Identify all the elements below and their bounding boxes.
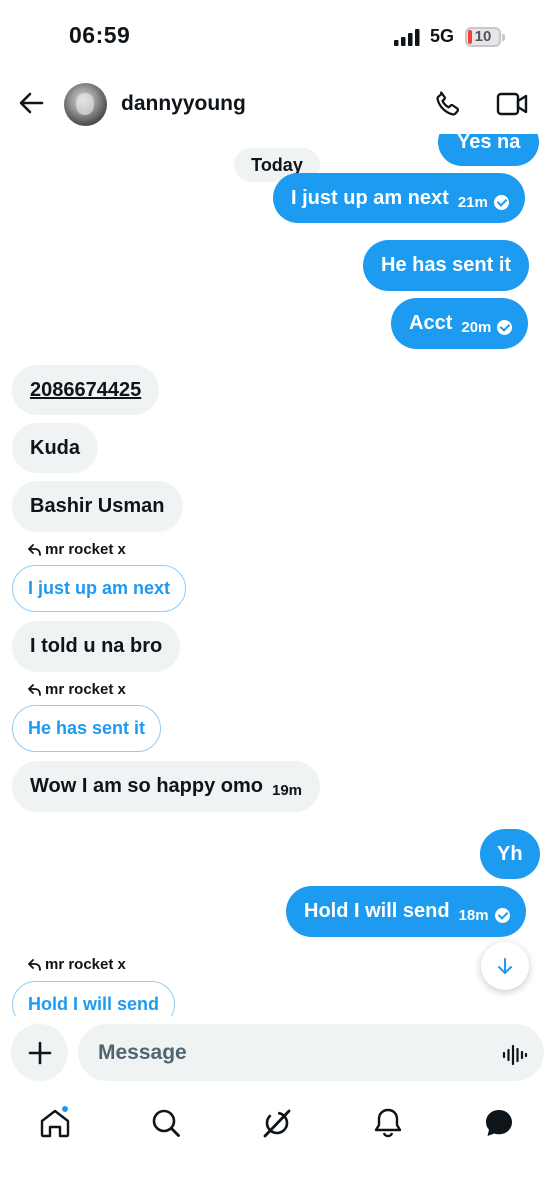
quoted-message[interactable]: He has sent it (12, 705, 162, 752)
signal-icon (394, 29, 420, 46)
quoted-text: I just up am next (28, 578, 171, 598)
reply-indicator: mr rocket x (28, 681, 126, 698)
message-bubble-outgoing[interactable]: Yh (480, 829, 540, 879)
quoted-text: Hold I will send (28, 994, 160, 1014)
message-thread[interactable]: Yes na Today I just up am next 21m He ha… (0, 134, 554, 1016)
message-bubble-outgoing[interactable]: He has sent it (363, 240, 530, 291)
message-bubble-incoming[interactable]: I told u na bro (12, 621, 181, 672)
reply-indicator: mr rocket x (28, 541, 126, 558)
notification-dot (61, 1105, 69, 1113)
quoted-message[interactable]: I just up am next (12, 565, 187, 612)
search-icon[interactable] (149, 1106, 183, 1140)
message-text: Bashir Usman (30, 495, 165, 517)
scroll-to-bottom-button[interactable] (481, 942, 529, 990)
reply-indicator: mr rocket x (28, 956, 126, 973)
avatar[interactable] (64, 83, 107, 126)
message-bubble-outgoing[interactable]: Acct 20m (391, 298, 529, 349)
message-bubble-incoming[interactable]: Bashir Usman (12, 481, 183, 532)
message-bubble-incoming[interactable]: Kuda (12, 423, 98, 473)
back-arrow-icon[interactable] (16, 88, 46, 118)
reply-to-name: mr rocket x (45, 681, 126, 698)
grok-icon[interactable] (260, 1106, 294, 1140)
read-check-icon (493, 194, 509, 210)
status-time: 06:59 (69, 22, 131, 48)
message-text: I told u na bro (30, 635, 163, 657)
reply-icon (28, 958, 41, 971)
message-text: I just up am next (291, 186, 449, 209)
message-text: Kuda (30, 436, 80, 459)
bottom-tab-bar (0, 1092, 554, 1200)
status-bar: 06:59 5G 10 (0, 0, 554, 76)
read-check-icon (497, 320, 513, 335)
message-text: Yes na (457, 134, 521, 153)
message-text: He has sent it (381, 254, 512, 276)
message-text: Wow I am so happy omo (30, 775, 263, 797)
conversation-header: dannyyoung (0, 76, 554, 134)
message-bubble-incoming[interactable]: Wow I am so happy omo 19m (12, 761, 321, 812)
video-call-icon[interactable] (496, 90, 528, 118)
message-text: Acct (409, 312, 453, 334)
message-text[interactable]: 2086674425 (30, 379, 141, 402)
messages-icon[interactable] (482, 1106, 516, 1140)
read-check-icon (494, 908, 510, 923)
conversation-title[interactable]: dannyyoung (121, 92, 246, 116)
message-time: 21m (457, 193, 488, 211)
plus-icon (28, 1041, 51, 1064)
message-input[interactable] (78, 1024, 544, 1081)
message-bubble-outgoing[interactable]: I just up am next 21m (273, 173, 525, 223)
message-time: 19m (272, 782, 303, 799)
quoted-text: He has sent it (28, 718, 146, 738)
message-text: Yh (497, 842, 523, 865)
message-time: 20m (461, 319, 492, 336)
message-bubble-outgoing[interactable]: Hold I will send 18m (286, 886, 526, 937)
message-text: Hold I will send (304, 900, 450, 922)
message-time: 18m (458, 907, 489, 924)
reply-to-name: mr rocket x (45, 956, 126, 973)
reply-icon (28, 683, 41, 696)
network-type: 5G (430, 26, 455, 46)
reply-to-name: mr rocket x (45, 541, 126, 558)
battery-level: 10 (474, 28, 492, 45)
message-bubble-incoming[interactable]: 2086674425 (12, 365, 160, 415)
composer (0, 1016, 554, 1092)
add-attachment-button[interactable] (11, 1024, 68, 1081)
battery-icon: 10 (465, 27, 501, 47)
voice-message-icon[interactable] (502, 1044, 528, 1066)
arrow-down-icon (498, 958, 512, 974)
notifications-icon[interactable] (371, 1106, 405, 1140)
reply-icon (28, 543, 41, 556)
quoted-message[interactable]: Hold I will send (12, 981, 176, 1016)
phone-call-icon[interactable] (433, 89, 463, 119)
message-bubble-outgoing[interactable]: Yes na (438, 134, 540, 166)
